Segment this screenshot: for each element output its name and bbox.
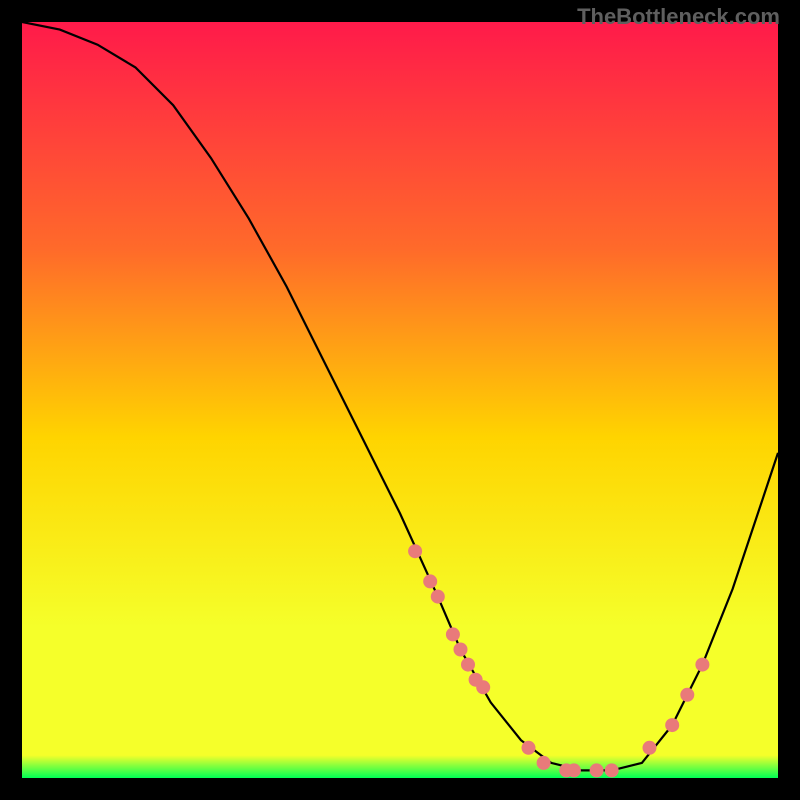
- chart-frame: TheBottleneck.com: [0, 0, 800, 800]
- curve-marker: [522, 741, 536, 755]
- curve-marker: [461, 658, 475, 672]
- curve-marker: [431, 590, 445, 604]
- curve-marker: [476, 680, 490, 694]
- curve-marker: [423, 574, 437, 588]
- curve-marker: [665, 718, 679, 732]
- curve-marker: [567, 763, 581, 777]
- curve-marker: [454, 643, 468, 657]
- plot-area: [22, 22, 778, 778]
- curve-marker: [643, 741, 657, 755]
- curve-marker: [408, 544, 422, 558]
- bottleneck-chart: [22, 22, 778, 778]
- curve-marker: [695, 658, 709, 672]
- curve-marker: [537, 756, 551, 770]
- curve-marker: [680, 688, 694, 702]
- curve-marker: [590, 763, 604, 777]
- curve-marker: [446, 627, 460, 641]
- curve-marker: [605, 763, 619, 777]
- gradient-background: [22, 22, 778, 778]
